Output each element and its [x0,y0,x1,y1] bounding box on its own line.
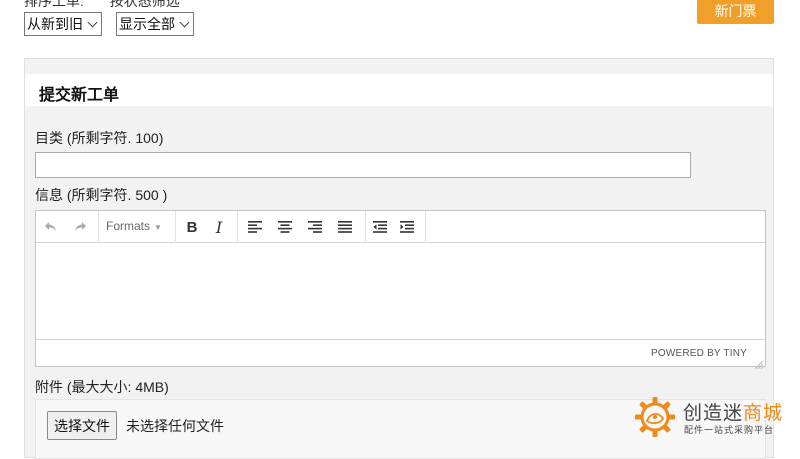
align-center-icon[interactable] [274,217,296,237]
editor-toolbar: Formats ▼ B I [36,211,765,243]
status-select-value: 显示全部 [119,16,175,32]
editor-statusbar: POWERED BY TINY [36,339,765,370]
filter-labels: 排序工单: 按状态筛选 [24,0,202,11]
sort-select[interactable]: 从新到旧 [24,12,102,36]
status-filter-label: 按状态筛选 [109,0,180,9]
brand-name-accent: 商城 [743,403,784,424]
status-select[interactable]: 显示全部 [116,12,194,36]
chevron-down-icon [87,17,98,27]
subject-label: 目类 (所剩字符. 100) [35,130,164,146]
undo-icon[interactable] [40,217,62,237]
panel-header: 提交新工单 [25,74,773,106]
brand-tagline: 配件一站式采购平台 [684,425,775,435]
rich-text-editor: Formats ▼ B I POWERED BY TINY [35,210,766,370]
bold-icon[interactable]: B [181,217,203,237]
formats-dropdown[interactable]: Formats ▼ [106,219,162,233]
new-ticket-button[interactable]: 新门票 [697,0,774,24]
attachment-label: 附件 (最大大小: 4MB) [35,379,169,395]
redo-icon[interactable] [69,217,91,237]
choose-file-button[interactable]: 选择文件 [47,411,117,440]
style-group: B I [175,211,238,243]
history-group [36,211,99,243]
formats-label: Formats [106,219,151,233]
align-left-icon[interactable] [244,217,266,237]
align-right-icon[interactable] [304,217,326,237]
brand-name: 创造迷商城 [683,398,783,425]
indent-icon[interactable] [396,217,418,237]
sort-label: 排序工单: [24,0,84,9]
align-group [237,211,366,243]
caret-down-icon: ▼ [154,223,162,232]
formats-group: Formats ▼ [98,211,176,243]
panel-title: 提交新工单 [39,87,120,104]
editor-content-area[interactable] [36,243,765,339]
gear-logo-icon [635,397,675,437]
message-label: 信息 (所剩字符. 500 ) [35,187,168,203]
subject-input[interactable] [35,152,691,178]
italic-icon[interactable]: I [208,217,230,237]
chevron-down-icon [179,17,190,27]
file-status-text: 未选择任何文件 [126,418,224,434]
brand-logo: 创造迷商城 配件一站式采购平台 [633,395,782,442]
indent-group [365,211,426,243]
powered-by-tiny-link[interactable]: POWERED BY TINY [651,348,747,359]
brand-name-main: 创造迷 [683,403,744,424]
sort-select-value: 从新到旧 [27,16,83,32]
align-justify-icon[interactable] [334,217,356,237]
resize-handle-icon[interactable] [754,356,764,370]
outdent-icon[interactable] [369,217,391,237]
